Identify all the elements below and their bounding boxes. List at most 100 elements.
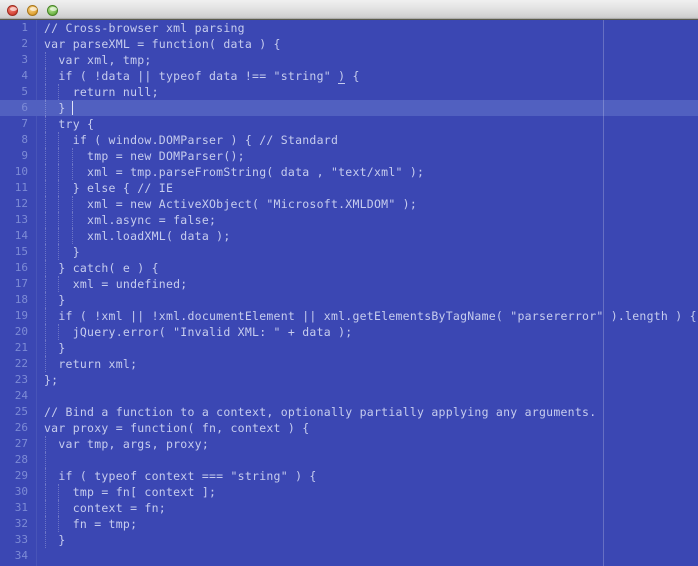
code-editor-window: 1 // Cross-browser xml parsing 2 var parseX… (0, 0, 698, 566)
line-number: 1 (21, 21, 28, 34)
code-line[interactable]: 20 jQuery.error( "Invalid XML: " + data … (0, 324, 698, 340)
code-line-text: var xml, tmp; (44, 53, 152, 67)
line-number: 20 (14, 325, 28, 338)
text-cursor (71, 101, 73, 115)
line-number: 9 (21, 149, 28, 162)
code-line-text: } else { // IE (44, 181, 174, 195)
line-number: 32 (14, 517, 28, 530)
window-titlebar[interactable] (0, 0, 698, 20)
code-editor-area[interactable]: 1 // Cross-browser xml parsing 2 var parseX… (0, 20, 698, 566)
close-button[interactable] (7, 5, 18, 16)
code-line[interactable]: 6 } (0, 100, 698, 116)
code-line-text: xml.loadXML( data ); (44, 229, 231, 243)
code-line[interactable]: 31 context = fn; (0, 500, 698, 516)
line-number: 12 (14, 197, 28, 210)
print-margin-ruler (602, 20, 604, 566)
line-number: 34 (14, 549, 28, 562)
code-line[interactable]: 34 (0, 548, 698, 564)
code-line-text: var proxy = function( fn, context ) { (44, 421, 310, 435)
line-number: 28 (14, 453, 28, 466)
line-number: 33 (14, 533, 28, 546)
code-line[interactable]: 21 } (0, 340, 698, 356)
code-line-text: tmp = fn[ context ]; (44, 485, 217, 499)
line-number: 14 (14, 229, 28, 242)
code-line-text: xml = undefined; (44, 277, 188, 291)
close-button-gloss (10, 7, 17, 11)
code-line[interactable]: 24 (0, 388, 698, 404)
line-number: 23 (14, 373, 28, 386)
code-line[interactable]: 27 var tmp, args, proxy; (0, 436, 698, 452)
code-line[interactable]: 12 xml = new ActiveXObject( "Microsoft.X… (0, 196, 698, 212)
line-number: 31 (14, 501, 28, 514)
line-number: 11 (14, 181, 28, 194)
code-line[interactable]: 1 // Cross-browser xml parsing (0, 20, 698, 36)
code-line[interactable]: 2 var parseXML = function( data ) { (0, 36, 698, 52)
code-line-text: if ( !xml || !xml.documentElement || xml… (44, 309, 697, 323)
code-line-text: context = fn; (44, 501, 166, 515)
maximize-button-gloss (50, 7, 57, 11)
line-number: 2 (21, 37, 28, 50)
code-line[interactable]: 25 // Bind a function to a context, optio… (0, 404, 698, 420)
code-line[interactable]: 23}; (0, 372, 698, 388)
minimize-button[interactable] (27, 5, 38, 16)
line-number: 4 (21, 69, 28, 82)
line-number: 27 (14, 437, 28, 450)
code-line-text: if ( !data || typeof data !== "string" )… (44, 69, 360, 84)
line-number: 17 (14, 277, 28, 290)
code-line-text: } catch( e ) { (44, 261, 159, 275)
code-line[interactable]: 18 } (0, 292, 698, 308)
maximize-button[interactable] (47, 5, 58, 16)
code-line[interactable]: 15 } (0, 244, 698, 260)
code-line[interactable]: 26 var proxy = function( fn, context ) { (0, 420, 698, 436)
line-number: 15 (14, 245, 28, 258)
line-number: 21 (14, 341, 28, 354)
code-line-text: try { (44, 117, 95, 131)
code-lines-container[interactable]: 1 // Cross-browser xml parsing 2 var parseX… (0, 20, 698, 564)
line-number: 3 (21, 53, 28, 66)
line-number: 6 (21, 101, 28, 114)
line-number: 16 (14, 261, 28, 274)
code-line-text: // Bind a function to a context, optiona… (44, 405, 597, 419)
line-number: 13 (14, 213, 28, 226)
code-line[interactable]: 8 if ( window.DOMParser ) { // Standard (0, 132, 698, 148)
code-line[interactable]: 19 if ( !xml || !xml.documentElement || … (0, 308, 698, 324)
code-line[interactable]: 13 xml.async = false; (0, 212, 698, 228)
code-line-text: } (44, 101, 66, 115)
code-line[interactable]: 22 return xml; (0, 356, 698, 372)
code-line-text: xml.async = false; (44, 213, 217, 227)
code-line[interactable]: 3 var xml, tmp; (0, 52, 698, 68)
code-line[interactable]: 5 return null; (0, 84, 698, 100)
line-number: 18 (14, 293, 28, 306)
line-number: 25 (14, 405, 28, 418)
code-line-text: } (44, 341, 66, 355)
code-line[interactable]: 29 if ( typeof context === "string" ) { (0, 468, 698, 484)
code-line[interactable]: 4 if ( !data || typeof data !== "string"… (0, 68, 698, 84)
line-number: 10 (14, 165, 28, 178)
code-line[interactable]: 10 xml = tmp.parseFromString( data , "te… (0, 164, 698, 180)
code-line-text: xml = new ActiveXObject( "Microsoft.XMLD… (44, 197, 418, 211)
code-line-text: fn = tmp; (44, 517, 138, 531)
code-line[interactable]: 9 tmp = new DOMParser(); (0, 148, 698, 164)
line-number: 7 (21, 117, 28, 130)
code-line-text: // Cross-browser xml parsing (44, 21, 245, 35)
indent-guide (44, 452, 47, 468)
code-line-text: xml = tmp.parseFromString( data , "text/… (44, 165, 425, 179)
line-number: 30 (14, 485, 28, 498)
line-number: 24 (14, 389, 28, 402)
code-line[interactable]: 28 (0, 452, 698, 468)
code-line[interactable]: 30 tmp = fn[ context ]; (0, 484, 698, 500)
code-line[interactable]: 14 xml.loadXML( data ); (0, 228, 698, 244)
code-line[interactable]: 17 xml = undefined; (0, 276, 698, 292)
code-line-text: jQuery.error( "Invalid XML: " + data ); (44, 325, 353, 339)
code-line-text: var parseXML = function( data ) { (44, 37, 281, 51)
code-line[interactable]: 32 fn = tmp; (0, 516, 698, 532)
code-line[interactable]: 7 try { (0, 116, 698, 132)
line-number: 5 (21, 85, 28, 98)
code-line-text: if ( typeof context === "string" ) { (44, 469, 317, 483)
code-line[interactable]: 33 } (0, 532, 698, 548)
code-line[interactable]: 11 } else { // IE (0, 180, 698, 196)
code-line-text: return xml; (44, 357, 138, 371)
line-number: 26 (14, 421, 28, 434)
minimize-button-gloss (30, 7, 37, 11)
code-line[interactable]: 16 } catch( e ) { (0, 260, 698, 276)
